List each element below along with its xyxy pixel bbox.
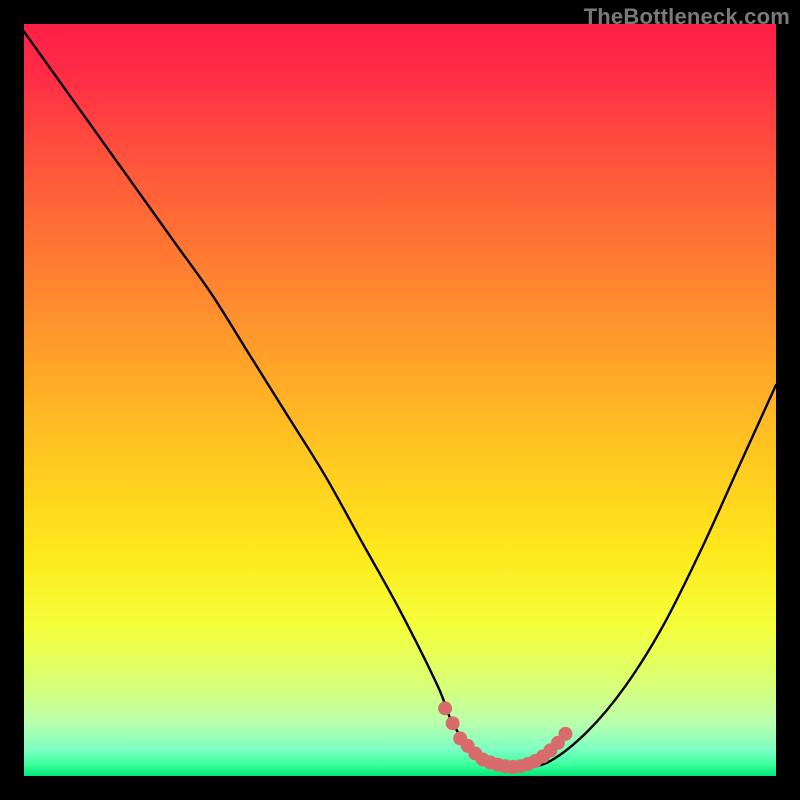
chart-svg: [24, 24, 776, 776]
optimal-marker: [446, 716, 460, 730]
optimal-marker: [558, 727, 572, 741]
chart-frame: [24, 24, 776, 776]
optimal-marker: [438, 701, 452, 715]
gradient-background: [24, 24, 776, 776]
watermark-text: TheBottleneck.com: [584, 4, 790, 30]
